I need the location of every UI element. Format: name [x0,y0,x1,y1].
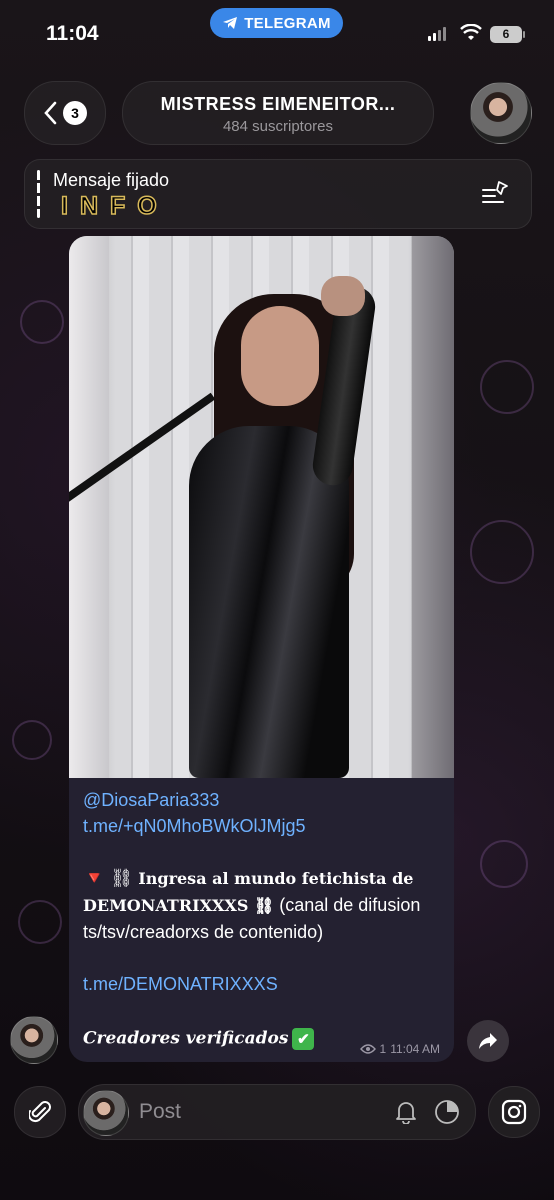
doodle [470,520,534,584]
share-icon [479,1033,497,1049]
pinned-message-bar[interactable]: Mensaje fijado INFO [24,159,532,229]
chevron-left-icon [44,101,57,125]
caption-text: Creadores verificados [83,1028,289,1049]
post-photo[interactable] [69,236,454,778]
channel-avatar[interactable] [470,82,532,144]
channel-name: MISTRESS EIMENEITOR... [160,94,396,114]
telegram-label: TELEGRAM [244,14,331,32]
mention-link[interactable]: @DiosaParia333 [83,787,443,813]
emoji-prefix: 🔻 ⛓ [83,868,139,888]
subscriber-count: 484 suscriptores [222,118,334,135]
post-time: 11:04 AM [390,1042,440,1056]
pinned-label: Mensaje fijado [53,170,170,190]
wifi-icon [460,24,482,40]
post-text: @DiosaParia333 t.me/+qN0MhoBWkOlJMjg5 🔻 … [83,787,443,997]
instagram-icon [501,1099,527,1125]
fancy-text-1: Ingresa al mundo fetichista de [138,869,414,888]
post-description: 🔻 ⛓ Ingresa al mundo fetichista de DEMON… [83,865,443,945]
clock-icon[interactable] [434,1099,460,1125]
pinned-indicator [37,170,40,218]
share-button[interactable] [467,1020,509,1062]
photo-subject [69,276,379,778]
check-icon: ✔ [292,1028,315,1050]
channel-link[interactable]: t.me/DEMONATRIXXXS [83,971,443,997]
photo-face [241,306,319,406]
doodle [480,360,534,414]
channel-post[interactable]: @DiosaParia333 t.me/+qN0MhoBWkOlJMjg5 🔻 … [69,236,454,1062]
attach-button[interactable] [14,1086,66,1138]
fancy-text-2: DEMONATRIXXXS ⛓ [83,896,275,915]
view-count: 1 [379,1042,387,1056]
instagram-button[interactable] [488,1086,540,1138]
post-caption: Creadores verificados ✔ [83,1028,315,1050]
photo-blur-left [69,236,109,778]
pinned-list-icon[interactable] [481,180,511,206]
post-input-placeholder: Post [139,1100,182,1123]
status-bar: 11:04 TELEGRAM 6 [0,0,554,60]
clock-time: 11:04 [46,22,99,45]
channel-title[interactable]: MISTRESS EIMENEITOR... 484 suscriptores [122,81,434,145]
photo-fist [321,276,365,316]
battery-indicator: 6 [490,26,525,43]
unread-count-badge: 3 [63,101,87,125]
back-button[interactable]: 3 [24,81,106,145]
bell-icon[interactable] [395,1100,417,1124]
pinned-text: INFO [60,191,169,221]
doodle [18,900,62,944]
post-input[interactable]: Post [78,1084,476,1140]
sender-avatar[interactable] [10,1016,58,1064]
photo-blur-right [412,236,454,778]
invite-link[interactable]: t.me/+qN0MhoBWkOlJMjg5 [83,813,443,839]
doodle [12,720,52,760]
send-as-avatar[interactable] [83,1090,129,1136]
paperclip-icon [29,1101,51,1123]
telegram-call-pill[interactable]: TELEGRAM [210,8,343,38]
eye-icon [359,1044,376,1054]
doodle [480,840,528,888]
signal-icon [428,27,446,41]
doodle [20,300,64,344]
post-meta: 1 11:04 AM [359,1042,440,1056]
telegram-icon [223,17,238,29]
